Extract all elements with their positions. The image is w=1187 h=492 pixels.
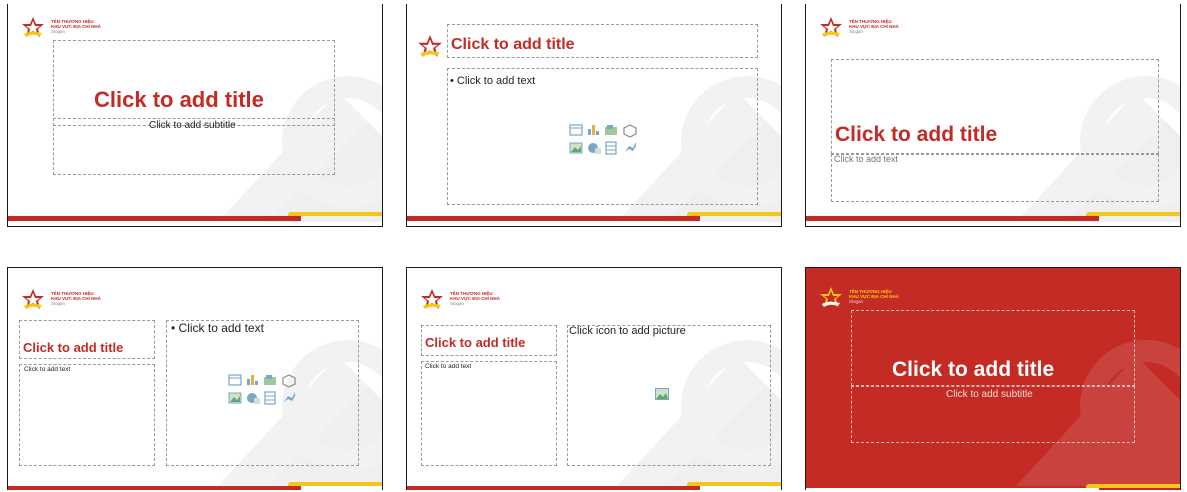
footer-band-red bbox=[407, 216, 700, 221]
footer-band-white bbox=[806, 488, 1099, 490]
footer-band-red bbox=[407, 486, 700, 490]
slide-thumbnail-content-caption[interactable]: TÊN THƯƠNG HIỆU KHU VỰC ĐỊA CHỈ NHÀ Slog… bbox=[7, 267, 383, 490]
content-insert-icons[interactable] bbox=[228, 374, 296, 408]
caption-placeholder[interactable] bbox=[19, 364, 155, 466]
brand-star-icon bbox=[421, 289, 443, 309]
footer-band-yellow bbox=[288, 212, 382, 216]
slide-thumbnail-title[interactable]: TÊN THƯƠNG HIỆU KHU VỰC ĐỊA CHỈ NHÀ Slog… bbox=[7, 4, 383, 227]
brand-star-icon bbox=[820, 17, 842, 37]
brand-logo-text: TÊN THƯƠNG HIỆU KHU VỰC ĐỊA CHỈ NHÀ Slog… bbox=[849, 289, 899, 304]
slide-title[interactable]: Click to add title bbox=[23, 340, 123, 355]
logo-line-3: Slogan bbox=[450, 301, 465, 306]
brand-star-icon bbox=[22, 289, 44, 309]
slide-thumbnail-title-content[interactable]: Click to add title • Click to add text bbox=[406, 4, 782, 227]
brand-logo: TÊN THƯƠNG HIỆU KHU VỰC ĐỊA CHỈ NHÀ Slog… bbox=[21, 16, 221, 42]
slide-body-text[interactable]: • Click to add text bbox=[450, 75, 535, 87]
footer-band-yellow bbox=[288, 482, 382, 486]
brand-logo-text: TÊN THƯƠNG HIỆU KHU VỰC ĐỊA CHỈ NHÀ Slog… bbox=[51, 291, 101, 306]
footer-band-red bbox=[8, 486, 301, 490]
title-placeholder[interactable] bbox=[53, 40, 335, 126]
brand-logo: TÊN THƯƠNG HIỆU KHU VỰC ĐỊA CHỈ NHÀ Slog… bbox=[819, 16, 1019, 42]
caption-text[interactable]: Click to add text bbox=[24, 366, 70, 373]
brand-logo-text: TÊN THƯƠNG HIỆU KHU VỰC ĐỊA CHỈ NHÀ Slog… bbox=[51, 19, 101, 34]
slide-title[interactable]: Click to add title bbox=[451, 36, 575, 54]
slide-body-text[interactable]: Click to add text bbox=[834, 154, 898, 164]
slide-title[interactable]: Click to add title bbox=[425, 335, 525, 350]
slide-subtitle[interactable]: Click to add subtitle bbox=[149, 120, 236, 131]
caption-placeholder[interactable] bbox=[421, 361, 557, 466]
footer-band-yellow bbox=[687, 212, 781, 216]
brand-logo-text: TÊN THƯƠNG HIỆU KHU VỰC ĐỊA CHỈ NHÀ Slog… bbox=[450, 291, 500, 306]
footer-band-red bbox=[8, 216, 301, 221]
slide-subtitle[interactable]: Click to add subtitle bbox=[946, 389, 1033, 400]
logo-line-3: Slogan bbox=[51, 29, 66, 34]
footer-band-yellow bbox=[687, 482, 781, 486]
content-insert-icons[interactable] bbox=[569, 124, 637, 158]
content-text[interactable]: • Click to add text bbox=[171, 321, 264, 335]
logo-line-3: Slogan bbox=[849, 29, 864, 34]
slide-thumbnail-title-dark[interactable]: TÊN THƯƠNG HIỆU KHU VỰC ĐỊA CHỈ NHÀ Slog… bbox=[805, 267, 1181, 490]
logo-line-3: Slogan bbox=[51, 301, 66, 306]
brand-star-icon bbox=[418, 35, 442, 57]
slide-title[interactable]: Click to add title bbox=[892, 358, 1054, 382]
brand-star-icon bbox=[22, 17, 44, 37]
footer-band-yellow bbox=[1086, 212, 1180, 216]
slide-title[interactable]: Click to add title bbox=[835, 123, 997, 147]
brand-logo: TÊN THƯƠNG HIỆU KHU VỰC ĐỊA CHỈ NHÀ Slog… bbox=[21, 288, 221, 314]
footer-band-yellow bbox=[1086, 484, 1180, 488]
brand-logo: TÊN THƯƠNG HIỆU KHU VỰC ĐỊA CHỈ NHÀ Slog… bbox=[420, 288, 620, 314]
picture-placeholder[interactable] bbox=[567, 325, 771, 466]
logo-line-3: Slogan bbox=[849, 299, 864, 304]
brand-logo-text: TÊN THƯƠNG HIỆU KHU VỰC ĐỊA CHỈ NHÀ Slog… bbox=[849, 19, 899, 34]
slide-thumbnail-picture-caption[interactable]: TÊN THƯƠNG HIỆU KHU VỰC ĐỊA CHỈ NHÀ Slog… bbox=[406, 267, 782, 490]
picture-prompt-text[interactable]: Click icon to add picture bbox=[569, 325, 686, 337]
slide-thumbnail-section-header[interactable]: TÊN THƯƠNG HIỆU KHU VỰC ĐỊA CHỈ NHÀ Slog… bbox=[805, 4, 1181, 227]
brand-logo: TÊN THƯƠNG HIỆU KHU VỰC ĐỊA CHỈ NHÀ Slog… bbox=[819, 286, 1019, 312]
slide-title[interactable]: Click to add title bbox=[94, 87, 264, 113]
footer-band-red bbox=[806, 216, 1099, 221]
insert-picture-icon[interactable] bbox=[655, 388, 669, 400]
caption-text[interactable]: Click to add text bbox=[425, 363, 471, 370]
brand-star-icon bbox=[820, 287, 842, 307]
